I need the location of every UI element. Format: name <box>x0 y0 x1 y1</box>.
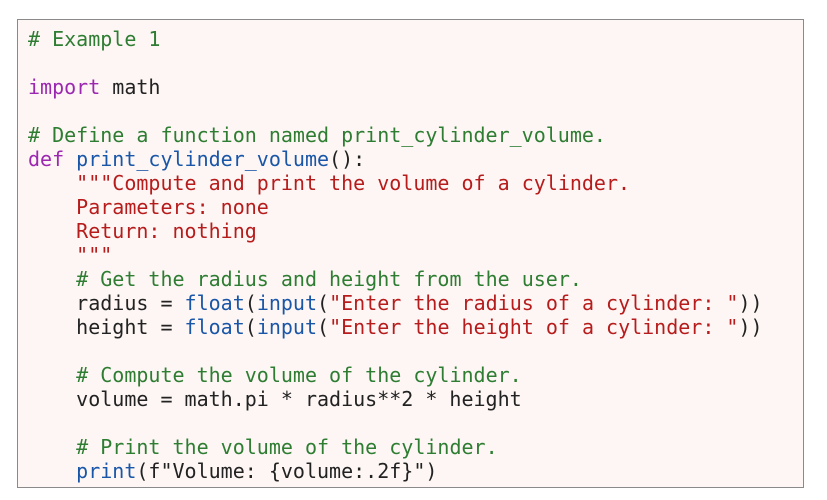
code-line-9: Return: nothing <box>28 219 763 243</box>
code-keyword: import <box>28 75 101 99</box>
code-line-6: def print_cylinder_volume(): <box>28 147 763 171</box>
code-line-7: """Compute and print the volume of a cyl… <box>28 171 763 195</box>
code-docstring: Return: nothing <box>28 219 257 243</box>
code-block: # Example 1 import math # Define a functio… <box>17 19 804 488</box>
code-line-5: # Define a function named print_cylinder… <box>28 123 763 147</box>
code-line-13: height = float(input("Enter the height o… <box>28 315 763 339</box>
code-line-11: # Get the radius and height from the use… <box>28 267 763 291</box>
code-keyword: def <box>28 147 65 171</box>
code-comment: # Example 1 <box>28 27 161 51</box>
code-text-segment: height = <box>76 315 185 339</box>
code-docstring: """Compute and print the volume of a cyl… <box>76 171 631 195</box>
code-text-segment: (): <box>329 147 366 171</box>
code-text-segment: math <box>100 75 161 99</box>
code-comment: # Compute the volume of the cylinder. <box>76 363 522 387</box>
code-builtin: input <box>256 315 318 339</box>
code-builtin: input <box>256 291 318 315</box>
code-text-segment: )) <box>738 315 763 339</box>
code-line-19: print(f"Volume: {volume:.2f}") <box>28 459 763 483</box>
code-line-3: import math <box>28 75 763 99</box>
code-comment: # Get the radius and height from the use… <box>76 267 582 291</box>
code-text: # Example 1 import math # Define a functio… <box>28 27 763 483</box>
code-text-segment: )) <box>738 291 763 315</box>
code-comment: # Define a function named print_cylinder… <box>28 123 606 147</box>
code-builtin: float <box>184 291 245 315</box>
code-string: "Enter the height of a cylinder: " <box>329 315 739 339</box>
code-builtin: print <box>76 459 137 483</box>
code-text-segment: radius = <box>76 291 185 315</box>
code-line-15: # Compute the volume of the cylinder. <box>28 363 763 387</box>
code-line-8: Parameters: none <box>28 195 763 219</box>
code-text-segment: ( <box>244 315 257 339</box>
code-line-10: """ <box>28 243 763 267</box>
code-line-16: volume = math.pi * radius**2 * height <box>28 387 763 411</box>
code-line-18: # Print the volume of the cylinder. <box>28 435 763 459</box>
code-text-segment: ( <box>317 315 330 339</box>
code-builtin: float <box>184 315 245 339</box>
code-string: "Enter the radius of a cylinder: " <box>329 291 739 315</box>
code-line-1: # Example 1 <box>28 27 763 51</box>
code-text-segment: (f"Volume: {volume:.2f}") <box>136 459 438 483</box>
code-text-segment: ( <box>317 291 330 315</box>
code-docstring: Parameters: none <box>28 195 269 219</box>
code-line-12: radius = float(input("Enter the radius o… <box>28 291 763 315</box>
code-text-segment: volume = math.pi * radius**2 * height <box>28 387 522 411</box>
code-comment: # Print the volume of the cylinder. <box>76 435 498 459</box>
code-text-segment: ( <box>244 291 257 315</box>
code-docstring: """ <box>28 243 113 267</box>
code-function-name: print_cylinder_volume <box>76 147 330 171</box>
